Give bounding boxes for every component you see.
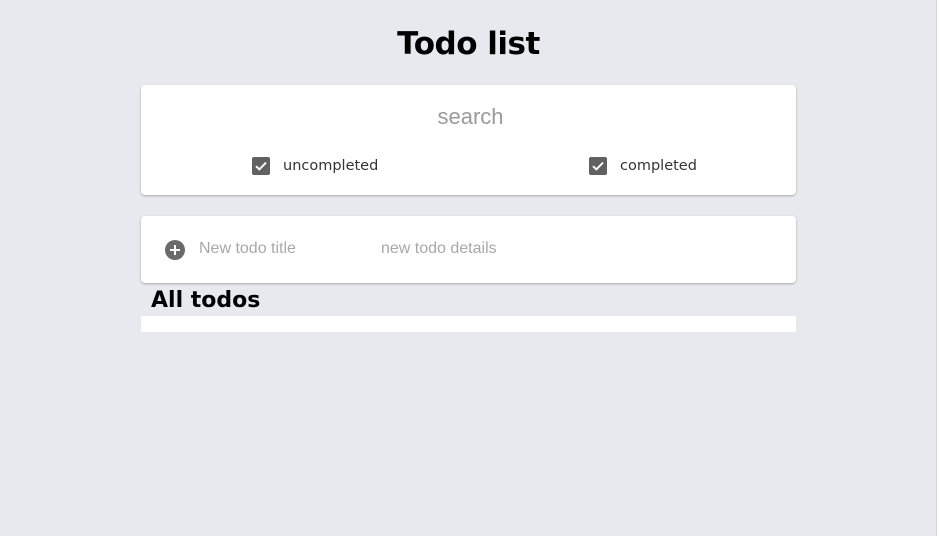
todo-list	[141, 316, 796, 332]
new-todo-card	[141, 216, 796, 283]
filter-uncompleted[interactable]: uncompleted	[252, 154, 378, 178]
scrollbar-track[interactable]	[936, 0, 940, 536]
filter-completed[interactable]: completed	[589, 154, 697, 178]
checkbox-checked-icon[interactable]	[252, 157, 270, 175]
filter-uncompleted-label: uncompleted	[283, 158, 379, 174]
add-circle-icon[interactable]	[165, 240, 185, 260]
filter-completed-label: completed	[620, 158, 697, 174]
search-input[interactable]	[141, 99, 800, 135]
checkbox-checked-icon[interactable]	[589, 157, 607, 175]
page-title: Todo list	[397, 26, 540, 62]
search-card: uncompleted completed	[141, 85, 800, 195]
new-todo-title-input[interactable]	[199, 238, 364, 260]
new-todo-details-input[interactable]	[381, 238, 641, 260]
all-todos-heading: All todos	[151, 288, 261, 313]
